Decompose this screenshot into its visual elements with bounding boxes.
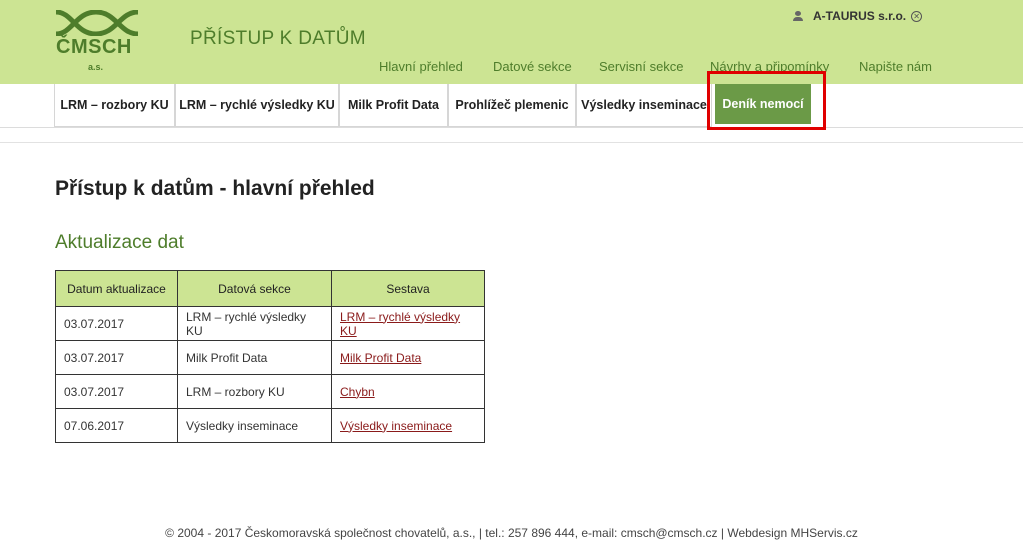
app-title: PŘÍSTUP K DATŮM: [190, 28, 366, 49]
cell-date: 07.06.2017: [55, 408, 178, 443]
page-title: Přístup k datům - hlavní přehled: [55, 177, 375, 200]
main-nav-item-data-sections[interactable]: Datové sekce: [493, 59, 572, 74]
cell-section: Výsledky inseminace: [177, 408, 332, 443]
logo-subtext: a.s.: [88, 62, 104, 72]
highlight-box: [707, 71, 826, 130]
column-header-date: Datum aktualizace: [55, 270, 178, 307]
main-nav-item-service-sections[interactable]: Servisní sekce: [599, 59, 684, 74]
report-link[interactable]: Chybn: [340, 385, 375, 399]
cell-report: Chybn: [331, 374, 485, 409]
user-name[interactable]: A-TAURUS s.r.o.: [813, 9, 906, 23]
cell-report: Milk Profit Data: [331, 340, 485, 375]
logo-mark-icon: [55, 10, 139, 36]
section-title: Aktualizace dat: [55, 232, 184, 253]
updates-table: Datum aktualizace Datová sekce Sestava 0…: [55, 270, 485, 443]
site-header: ČMSCH a.s. PŘÍSTUP K DATŮM A-TAURUS s.r.…: [0, 0, 1023, 84]
cell-date: 03.07.2017: [55, 374, 178, 409]
table-row: 07.06.2017 Výsledky inseminace Výsledky …: [55, 408, 485, 443]
user-icon: [793, 10, 803, 22]
logo-text: ČMSCH: [56, 36, 132, 58]
tab-prohlizec-plemenic[interactable]: Prohlížeč plemenic: [448, 84, 576, 127]
cell-report: Výsledky inseminace: [331, 408, 485, 443]
cell-date: 03.07.2017: [55, 306, 178, 341]
report-link[interactable]: Milk Profit Data: [340, 351, 421, 365]
column-header-section: Datová sekce: [177, 270, 332, 307]
tab-lrm-rozbory[interactable]: LRM – rozbory KU: [54, 84, 175, 127]
cmsch-logo[interactable]: ČMSCH a.s.: [52, 10, 142, 72]
table-row: 03.07.2017 Milk Profit Data Milk Profit …: [55, 340, 485, 375]
tab-milk-profit-data[interactable]: Milk Profit Data: [339, 84, 448, 127]
table-header-row: Datum aktualizace Datová sekce Sestava: [55, 270, 485, 307]
table-row: 03.07.2017 LRM – rozbory KU Chybn: [55, 374, 485, 409]
tab-vysledky-inseminace[interactable]: Výsledky inseminace: [576, 84, 712, 127]
column-header-report: Sestava: [331, 270, 485, 307]
section-tabs: LRM – rozbory KU LRM – rychlé výsledky K…: [0, 84, 1023, 128]
cell-section: Milk Profit Data: [177, 340, 332, 375]
main-nav-item-contact[interactable]: Napište nám: [859, 59, 932, 74]
cell-report: LRM – rychlé výsledky KU: [331, 306, 485, 341]
main-nav-item-overview[interactable]: Hlavní přehled: [379, 59, 463, 74]
user-info: A-TAURUS s.r.o. ✕: [793, 9, 923, 23]
logout-icon[interactable]: ✕: [911, 10, 923, 22]
site-footer: © 2004 - 2017 Českomoravská společnost c…: [165, 526, 858, 540]
tab-lrm-rychle-vysledky[interactable]: LRM – rychlé výsledky KU: [175, 84, 339, 127]
table-row: 03.07.2017 LRM – rychlé výsledky KU LRM …: [55, 306, 485, 341]
cell-section: LRM – rychlé výsledky KU: [177, 306, 332, 341]
cell-section: LRM – rozbory KU: [177, 374, 332, 409]
report-link[interactable]: Výsledky inseminace: [340, 419, 452, 433]
divider: [0, 142, 1023, 143]
report-link[interactable]: LRM – rychlé výsledky KU: [340, 310, 460, 338]
cell-date: 03.07.2017: [55, 340, 178, 375]
